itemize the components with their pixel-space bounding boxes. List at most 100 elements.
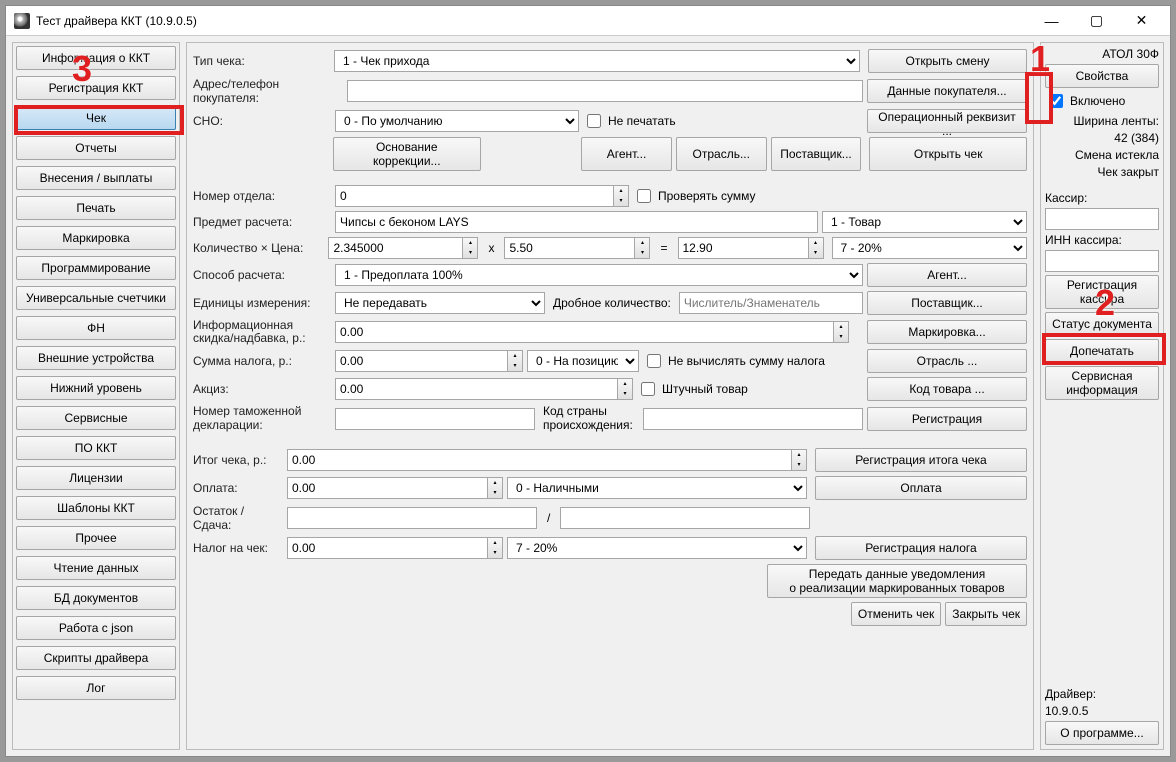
info-disc-spinner[interactable]: ▴▾ xyxy=(335,321,849,343)
supplier2-button[interactable]: Поставщик... xyxy=(867,291,1027,315)
check-type-label: Тип чека: xyxy=(193,54,330,68)
sidebar-item-5[interactable]: Печать xyxy=(16,196,176,220)
dept-spinner[interactable]: ▴▾ xyxy=(335,185,629,207)
enabled-checkbox[interactable]: Включено xyxy=(1045,91,1159,111)
sidebar-item-13[interactable]: ПО ККТ xyxy=(16,436,176,460)
sidebar-item-17[interactable]: Чтение данных xyxy=(16,556,176,580)
sidebar-item-18[interactable]: БД документов xyxy=(16,586,176,610)
calc-subject-type-select[interactable]: 1 - Товар xyxy=(822,211,1027,233)
buyer-data-button[interactable]: Данные покупателя... xyxy=(867,79,1027,103)
change-input[interactable] xyxy=(560,507,810,529)
tape-width-value: 42 (384) xyxy=(1045,131,1159,145)
tax-sum-label: Сумма налога, р.: xyxy=(193,354,331,368)
tax-sum-spinner[interactable]: ▴▾ xyxy=(335,350,523,372)
payment-spinner[interactable]: ▴▾ xyxy=(287,477,503,499)
sidebar-item-0[interactable]: Информация о ККТ xyxy=(16,46,176,70)
sidebar-item-16[interactable]: Прочее xyxy=(16,526,176,550)
sidebar-item-7[interactable]: Программирование xyxy=(16,256,176,280)
qty-price-label: Количество × Цена: xyxy=(193,241,324,255)
sidebar-item-4[interactable]: Внесения / выплаты xyxy=(16,166,176,190)
buyer-addr-label: Адрес/телефон покупателя: xyxy=(193,77,343,105)
sidebar-item-1[interactable]: Регистрация ККТ xyxy=(16,76,176,100)
origin-country-input[interactable] xyxy=(643,408,863,430)
cashier-input[interactable] xyxy=(1045,208,1159,230)
calc-method-select[interactable]: 1 - Предоплата 100% xyxy=(335,264,863,286)
dont-print-checkbox[interactable]: Не печатать xyxy=(583,111,676,131)
buyer-addr-input[interactable] xyxy=(347,80,863,102)
check-sum-checkbox[interactable]: Проверять сумму xyxy=(633,186,756,206)
supplier-button[interactable]: Поставщик... xyxy=(771,137,862,171)
sidebar-item-20[interactable]: Скрипты драйвера xyxy=(16,646,176,670)
reprint-button[interactable]: Допечатать xyxy=(1045,339,1159,363)
sidebar-item-11[interactable]: Нижний уровень xyxy=(16,376,176,400)
agent-button[interactable]: Агент... xyxy=(581,137,672,171)
remainder-input[interactable] xyxy=(287,507,537,529)
sidebar-item-10[interactable]: Внешние устройства xyxy=(16,346,176,370)
close-check-button[interactable]: Закрыть чек xyxy=(945,602,1027,626)
fract-qty-label: Дробное количество: xyxy=(549,296,675,310)
sidebar-item-14[interactable]: Лицензии xyxy=(16,466,176,490)
sidebar-item-21[interactable]: Лог xyxy=(16,676,176,700)
tax-mode-select[interactable]: 0 - На позицию xyxy=(527,350,639,372)
units-select[interactable]: Не передавать xyxy=(335,292,545,314)
industry-button[interactable]: Отрасль... xyxy=(676,137,767,171)
checktax-label: Налог на чек: xyxy=(193,541,283,555)
close-button[interactable]: ✕ xyxy=(1119,7,1164,35)
props-button[interactable]: Свойства xyxy=(1045,64,1159,88)
cashier-inn-input[interactable] xyxy=(1045,250,1159,272)
open-shift-button[interactable]: Открыть смену xyxy=(868,49,1027,73)
industry2-button[interactable]: Отрасль ... xyxy=(867,349,1027,373)
about-button[interactable]: О программе... xyxy=(1045,721,1159,745)
cashier-inn-label: ИНН кассира: xyxy=(1045,233,1159,247)
app-window: Тест драйвера ККТ (10.9.0.5) — ▢ ✕ Инфор… xyxy=(5,5,1171,757)
payment-button[interactable]: Оплата xyxy=(815,476,1027,500)
reg-tax-button[interactable]: Регистрация налога xyxy=(815,536,1027,560)
agent2-button[interactable]: Агент... xyxy=(867,263,1027,287)
window-title: Тест драйвера ККТ (10.9.0.5) xyxy=(36,14,1029,28)
open-check-button[interactable]: Открыть чек xyxy=(869,137,1027,171)
sidebar-item-6[interactable]: Маркировка xyxy=(16,226,176,250)
equals-sym: = xyxy=(654,241,673,255)
doc-status-button[interactable]: Статус документа xyxy=(1045,312,1159,336)
sidebar-item-3[interactable]: Отчеты xyxy=(16,136,176,160)
goods-code-button[interactable]: Код товара ... xyxy=(867,377,1027,401)
price-spinner[interactable]: ▴▾ xyxy=(504,237,650,259)
registration-button[interactable]: Регистрация xyxy=(867,407,1027,431)
device-name: АТОЛ 30Ф xyxy=(1045,47,1159,61)
minimize-button[interactable]: — xyxy=(1029,7,1074,35)
send-notice-button[interactable]: Передать данные уведомления о реализации… xyxy=(767,564,1027,598)
checktax-type-select[interactable]: 7 - 20% xyxy=(507,537,807,559)
service-info-button[interactable]: Сервисная информация xyxy=(1045,366,1159,400)
cancel-check-button[interactable]: Отменить чек xyxy=(851,602,941,626)
reg-cashier-button[interactable]: Регистрация кассира xyxy=(1045,275,1159,309)
sidebar-item-15[interactable]: Шаблоны ККТ xyxy=(16,496,176,520)
calc-subject-input[interactable] xyxy=(335,211,818,233)
fract-qty-input[interactable] xyxy=(679,292,863,314)
qty-spinner[interactable]: ▴▾ xyxy=(328,237,478,259)
piece-goods-checkbox[interactable]: Штучный товар xyxy=(637,379,748,399)
total-spinner[interactable]: ▴▾ xyxy=(678,237,824,259)
marking-button[interactable]: Маркировка... xyxy=(867,320,1027,344)
check-type-select[interactable]: 1 - Чек прихода xyxy=(334,50,860,72)
customs-decl-input[interactable] xyxy=(335,408,535,430)
correction-basis-button[interactable]: Основание коррекции... xyxy=(333,137,481,171)
op-requisite-button[interactable]: Операционный реквизит ... xyxy=(867,109,1027,133)
no-calc-tax-checkbox[interactable]: Не вычислять сумму налога xyxy=(643,351,825,371)
tape-width-label: Ширина ленты: xyxy=(1045,114,1159,128)
checktax-spinner[interactable]: ▴▾ xyxy=(287,537,503,559)
excise-spinner[interactable]: ▴▾ xyxy=(335,378,633,400)
sidebar-item-19[interactable]: Работа с json xyxy=(16,616,176,640)
sidebar-item-12[interactable]: Сервисные xyxy=(16,406,176,430)
payment-type-select[interactable]: 0 - Наличными xyxy=(507,477,807,499)
sidebar-item-2[interactable]: Чек xyxy=(16,106,176,130)
reg-check-total-button[interactable]: Регистрация итога чека xyxy=(815,448,1027,472)
sno-select[interactable]: 0 - По умолчанию xyxy=(335,110,579,132)
check-total-spinner[interactable]: ▴▾ xyxy=(287,449,807,471)
sidebar-item-8[interactable]: Универсальные счетчики xyxy=(16,286,176,310)
right-panel: АТОЛ 30Ф Свойства Включено Ширина ленты:… xyxy=(1040,42,1164,750)
sidebar-item-9[interactable]: ФН xyxy=(16,316,176,340)
customs-decl-label: Номер таможенной декларации: xyxy=(193,405,331,431)
vat-select[interactable]: 7 - 20% xyxy=(832,237,1028,259)
maximize-button[interactable]: ▢ xyxy=(1074,7,1119,35)
app-icon xyxy=(14,13,30,29)
